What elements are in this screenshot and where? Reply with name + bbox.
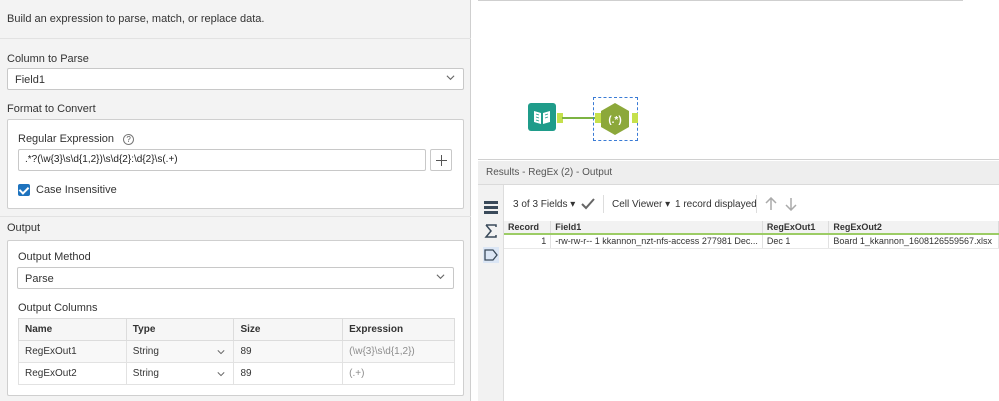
- canvas-border: [478, 0, 963, 1]
- table-row: 1 -rw-rw-r-- 1 kkannon_nzt-nfs-access 27…: [504, 234, 999, 249]
- caret-down-icon: ▾: [665, 199, 671, 210]
- output-size-cell[interactable]: 89: [233, 340, 344, 363]
- fields-label: 3 of 3 Fields: [513, 199, 568, 210]
- regex-label: Regular Expression: [18, 133, 114, 145]
- regex-hex-icon[interactable]: (.*): [599, 102, 631, 136]
- arrow-up-icon[interactable]: [765, 197, 777, 211]
- column-to-parse-title: Column to Parse: [7, 53, 89, 65]
- intro-text: Build an expression to parse, match, or …: [7, 13, 265, 25]
- regex-input[interactable]: .*?(\w{3}\s\d{1,2})\s\d{2}:\d{2}\s(.+): [18, 149, 426, 171]
- case-insensitive-checkbox[interactable]: [18, 184, 30, 196]
- divider: [0, 38, 471, 39]
- format-to-convert-title: Format to Convert: [7, 103, 96, 115]
- tag-icon[interactable]: [483, 247, 499, 263]
- regexout1-cell[interactable]: Dec 1: [762, 234, 830, 249]
- output-method-value: Parse: [25, 273, 54, 285]
- divider: [0, 216, 471, 217]
- toolbar-divider: [603, 195, 604, 213]
- regex-node-label: (.*): [608, 115, 621, 126]
- input-book-icon: [534, 111, 550, 124]
- output-type-cell[interactable]: String: [125, 362, 235, 385]
- table-row: RegExOut1 String 89 (\w{3}\s\d{1,2}): [18, 340, 455, 363]
- output-title: Output: [7, 222, 41, 234]
- output-method-select[interactable]: Parse: [17, 267, 454, 289]
- table-header-row: Name Type Size Expression: [18, 318, 455, 341]
- grid-header-regexout2[interactable]: RegExOut2: [828, 221, 999, 235]
- configuration-panel: Build an expression to parse, match, or …: [0, 0, 471, 401]
- chevron-down-icon: [436, 274, 445, 280]
- arrow-down-icon[interactable]: [785, 197, 797, 211]
- output-columns-table: Name Type Size Expression RegExOut1 Stri…: [18, 318, 455, 385]
- output-type-value: String: [132, 346, 159, 357]
- table-row: RegExOut2 String 89 (.+): [18, 362, 455, 385]
- output-name-cell[interactable]: RegExOut1: [18, 340, 127, 363]
- checkmark-icon[interactable]: [581, 198, 595, 210]
- column-header-name: Name: [18, 318, 127, 341]
- output-type-cell[interactable]: String: [125, 340, 235, 363]
- column-header-type: Type: [125, 318, 235, 341]
- column-to-parse-value: Field1: [15, 74, 45, 86]
- output-box: Output Method Parse Output Columns Name …: [7, 240, 464, 396]
- chevron-down-icon: [446, 75, 455, 81]
- results-grid: Record Field1 RegExOut1 RegExOut2 1 -rw-…: [504, 221, 999, 249]
- sigma-icon[interactable]: [483, 223, 499, 239]
- caret-down-icon: ▾: [570, 199, 576, 210]
- regexout2-cell[interactable]: Board 1_kkannon_1608126559567.xlsx: [828, 234, 999, 249]
- output-type-value: String: [132, 368, 159, 379]
- grid-header-field1[interactable]: Field1: [550, 221, 763, 235]
- results-sidebar: [478, 185, 504, 401]
- output-expression-cell: (\w{3}\s\d{1,2}): [342, 340, 455, 363]
- results-header: Results - RegEx (2) - Output: [478, 161, 999, 185]
- case-insensitive-label: Case Insensitive: [36, 184, 117, 196]
- workflow-canvas[interactable]: (.*): [478, 0, 999, 160]
- help-icon[interactable]: ?: [123, 134, 135, 145]
- column-to-parse-select[interactable]: Field1: [7, 68, 464, 90]
- output-expression-cell: (.+): [342, 362, 455, 385]
- grid-header-row: Record Field1 RegExOut1 RegExOut2: [504, 221, 999, 235]
- viewer-label: Cell Viewer: [612, 199, 663, 210]
- column-header-size: Size: [233, 318, 344, 341]
- column-header-expression: Expression: [342, 318, 455, 341]
- output-method-label: Output Method: [18, 251, 91, 263]
- viewer-selector[interactable]: Cell Viewer ▾: [612, 199, 670, 210]
- results-panel: Results - RegEx (2) - Output 3 of 3 Fiel…: [478, 161, 999, 401]
- record-cell[interactable]: 1: [504, 234, 552, 249]
- chevron-down-icon: [217, 350, 226, 355]
- chevron-down-icon: [217, 372, 226, 377]
- field1-cell[interactable]: -rw-rw-r-- 1 kkannon_nzt-nfs-access 2779…: [550, 234, 763, 249]
- input-tool-node[interactable]: [528, 103, 556, 131]
- output-size-cell[interactable]: 89: [233, 362, 344, 385]
- output-columns-label: Output Columns: [18, 302, 98, 314]
- output-anchor[interactable]: [632, 113, 638, 123]
- fields-selector[interactable]: 3 of 3 Fields ▾: [513, 199, 575, 210]
- grid-header-regexout1[interactable]: RegExOut1: [762, 221, 830, 235]
- format-to-convert-box: Regular Expression ? .*?(\w{3}\s\d{1,2})…: [7, 119, 464, 209]
- regex-label-row: Regular Expression ?: [18, 133, 135, 145]
- results-toolbar: 3 of 3 Fields ▾ Cell Viewer ▾ 1 record d…: [504, 185, 999, 221]
- grid-header-record[interactable]: Record: [504, 221, 552, 235]
- output-name-cell[interactable]: RegExOut2: [18, 362, 127, 385]
- table-view-icon[interactable]: [483, 199, 499, 215]
- connection-line: [562, 117, 596, 119]
- records-displayed: 1 record displayed: [675, 199, 757, 210]
- toolbar-divider: [756, 195, 757, 213]
- add-token-button[interactable]: [430, 149, 452, 171]
